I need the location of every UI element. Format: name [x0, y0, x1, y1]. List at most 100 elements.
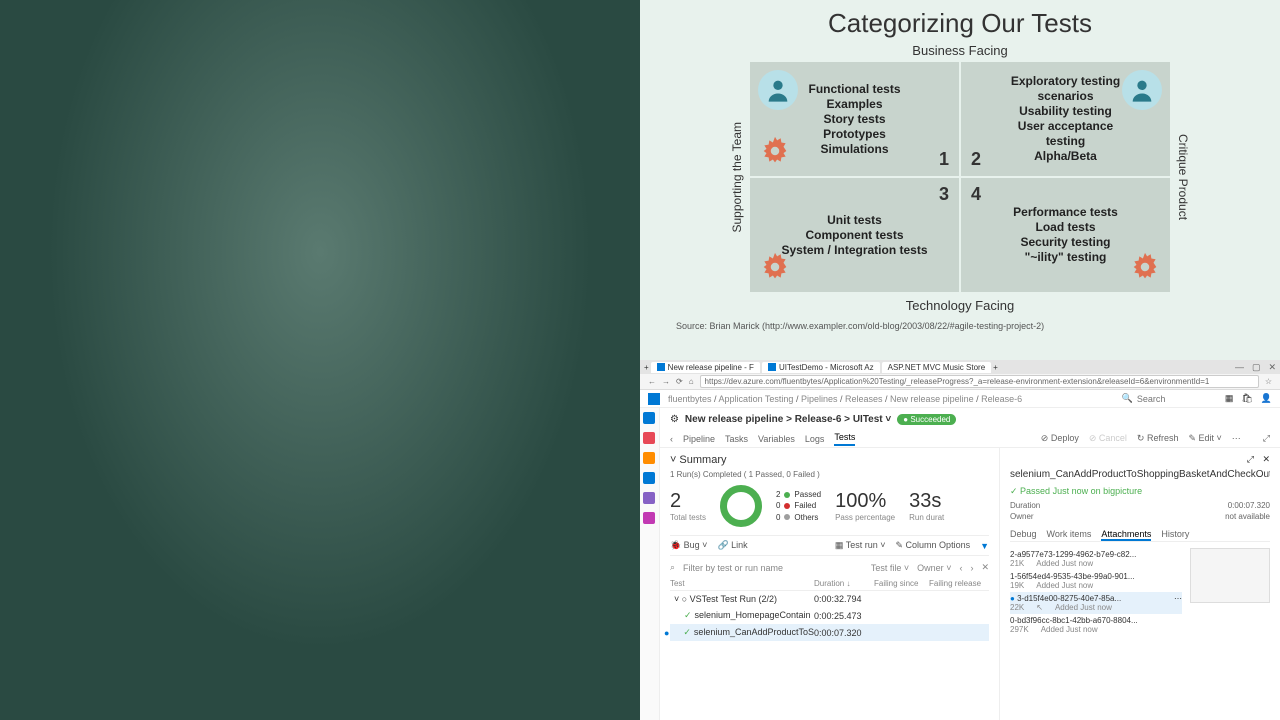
tab-tasks[interactable]: Tasks — [725, 434, 748, 444]
tab-pipeline[interactable]: Pipeline — [683, 434, 715, 444]
pipelines-icon[interactable] — [643, 472, 655, 484]
expand-icon[interactable]: ⤢ — [1263, 433, 1270, 444]
new-tab-button[interactable]: + — [644, 363, 649, 372]
attachment-row[interactable]: 0-bd3f96cc-8bc1-42bb-a670-8804... 297KAd… — [1010, 614, 1182, 636]
edit-button[interactable]: ✎ Edit ˅ — [1188, 433, 1221, 444]
home-button[interactable]: ⌂ — [689, 377, 694, 386]
browser-tab[interactable]: ASP.NET MVC Music Store — [882, 362, 992, 373]
legend: 2Passed 0Failed 0Others — [776, 489, 821, 523]
new-tab-button[interactable]: + — [993, 363, 998, 372]
boards-icon[interactable] — [643, 432, 655, 444]
search-input[interactable] — [1137, 394, 1217, 404]
browser-window: + New release pipeline - F UITestDemo - … — [640, 360, 1280, 720]
deploy-button[interactable]: ⊘ Deploy — [1041, 433, 1079, 444]
link-button[interactable]: 🔗 Link — [717, 540, 747, 551]
refresh-button[interactable]: ⟳ — [676, 377, 683, 386]
slide: Categorizing Our Tests Business Facing S… — [640, 0, 1280, 360]
expand-icon[interactable]: ⤢ — [1247, 454, 1254, 464]
chevron-left-icon[interactable]: ‹ — [670, 434, 673, 444]
filter-icon[interactable]: ▼ — [980, 541, 989, 551]
breadcrumb: fluentbytes / Application Testing / Pipe… — [668, 394, 1022, 404]
favorite-icon[interactable]: ☆ — [1265, 377, 1272, 386]
pipeline-tabs: ‹ Pipeline Tasks Variables Logs Tests ⊘ … — [660, 430, 1280, 448]
azure-icon — [768, 363, 776, 371]
azdo-header: fluentbytes / Application Testing / Pipe… — [640, 390, 1280, 408]
search-box[interactable]: 🔍 — [1122, 393, 1217, 404]
tab-logs[interactable]: Logs — [805, 434, 825, 444]
artifacts-icon[interactable] — [643, 512, 655, 524]
forward-button[interactable]: → — [662, 377, 670, 386]
attachment-list: 2-a9577e73-1299-4962-b7e9-c82... 21KAdde… — [1010, 548, 1182, 636]
grid-icon[interactable]: ▦ — [1225, 393, 1234, 404]
selected-dot-icon: ● — [1010, 594, 1015, 603]
gear-icon — [758, 134, 792, 168]
repos-icon[interactable] — [643, 452, 655, 464]
tab-tests[interactable]: Tests — [834, 432, 855, 446]
tab-variables[interactable]: Variables — [758, 434, 795, 444]
tab-workitems[interactable]: Work items — [1047, 529, 1092, 541]
tab-history[interactable]: History — [1161, 529, 1189, 541]
browser-tab-strip: + New release pipeline - F UITestDemo - … — [640, 360, 1280, 374]
pipeline-header: ⚙ New release pipeline > Release-6 > UIT… — [660, 408, 1280, 430]
metric-pass-pct: 100% Pass percentage — [835, 490, 895, 522]
pipeline-path[interactable]: New release pipeline > Release-6 > UITes… — [685, 414, 891, 425]
attachment-preview[interactable] — [1190, 548, 1270, 603]
group-testfile[interactable]: Test file ˅ — [871, 563, 909, 573]
cancel-button[interactable]: ⊘ Cancel — [1089, 433, 1127, 444]
column-options-button[interactable]: ✎ Column Options — [896, 540, 971, 551]
group-owner[interactable]: Owner ˅ — [917, 563, 951, 573]
quadrant-number: 1 — [939, 149, 949, 170]
donut-chart — [720, 485, 762, 527]
metric-total: 2 Total tests — [670, 490, 706, 522]
bug-button[interactable]: 🐞 Bug ˅ — [670, 540, 708, 551]
quadrant-2: Exploratory testing scenarios Usability … — [961, 62, 1170, 176]
testplans-icon[interactable] — [643, 492, 655, 504]
azdo-sidebar — [640, 408, 660, 720]
back-button[interactable]: ← — [648, 377, 656, 386]
table-header: Test Duration ↓ Failing since Failing re… — [670, 577, 989, 591]
quadrant-1: Functional tests Examples Story tests Pr… — [750, 62, 959, 176]
prev-button[interactable]: ‹ — [959, 563, 962, 573]
browser-tab[interactable]: UITestDemo - Microsoft Az — [762, 362, 880, 373]
shopping-icon[interactable]: 🛍 — [1241, 393, 1252, 404]
search-icon: 🔍 — [1122, 393, 1133, 404]
attachment-row[interactable]: 1-56f54ed4-9535-43be-99a0-901... 19KAdde… — [1010, 570, 1182, 592]
overview-icon[interactable] — [643, 412, 655, 424]
url-input[interactable]: https://dev.azure.com/fluentbytes/Applic… — [700, 375, 1259, 388]
close-button[interactable]: ✕ — [1268, 362, 1276, 373]
maximize-button[interactable]: ▢ — [1252, 362, 1261, 373]
clear-button[interactable]: ✕ — [981, 562, 989, 573]
next-button[interactable]: › — [970, 563, 973, 573]
attachment-row[interactable]: 2-a9577e73-1299-4962-b7e9-c82... 21KAdde… — [1010, 548, 1182, 570]
details-status: ✓ Passed Just now on bigpicture — [1010, 486, 1270, 497]
address-bar: ← → ⟳ ⌂ https://dev.azure.com/fluentbyte… — [640, 374, 1280, 390]
status-badge: ● Succeeded — [897, 414, 956, 425]
user-avatar[interactable]: 👤 — [1261, 393, 1272, 404]
more-icon[interactable]: ⋯ — [1174, 594, 1182, 603]
more-button[interactable]: ⋯ — [1232, 433, 1241, 444]
refresh-button[interactable]: ↻ Refresh — [1137, 433, 1179, 444]
close-icon[interactable]: ✕ — [1262, 454, 1270, 464]
summary-title: ˅ Summary — [670, 454, 989, 466]
table-row[interactable]: ✓selenium_HomepageContain 0:00:25.473 — [670, 607, 989, 624]
tab-debug[interactable]: Debug — [1010, 529, 1037, 541]
table-row[interactable]: ˅ ○ VSTest Test Run (2/2) 0:00:32.794 — [670, 591, 989, 607]
filter-icon: ⌕ — [670, 562, 675, 573]
azure-icon — [657, 363, 665, 371]
minimize-button[interactable]: — — [1235, 362, 1244, 373]
quadrant-number: 3 — [939, 184, 949, 205]
quadrant-grid: Functional tests Examples Story tests Pr… — [750, 62, 1170, 292]
table-row-selected[interactable]: ● ✓selenium_CanAddProductToS 0:00:07.320 — [670, 624, 989, 641]
filter-input[interactable]: Filter by test or run name — [683, 563, 863, 573]
attachment-row-selected[interactable]: ● 3-d15f4e00-8275-40e7-85a... ⋯ 22K↖Adde… — [1010, 592, 1182, 614]
browser-tab[interactable]: New release pipeline - F — [651, 362, 760, 373]
summary-panel: ˅ Summary 1 Run(s) Completed ( 1 Passed,… — [660, 448, 1000, 720]
metric-duration: 33s Run durat — [909, 490, 944, 522]
details-title: selenium_CanAddProductToShoppingBasketAn… — [1010, 469, 1270, 480]
gear-icon — [1128, 250, 1162, 284]
axis-top-label: Business Facing — [660, 43, 1260, 58]
testrun-dropdown[interactable]: ▦ Test run ˅ — [835, 540, 886, 551]
azure-devops-logo-icon[interactable] — [648, 393, 660, 405]
tab-attachments[interactable]: Attachments — [1101, 529, 1151, 541]
gear-icon — [758, 250, 792, 284]
